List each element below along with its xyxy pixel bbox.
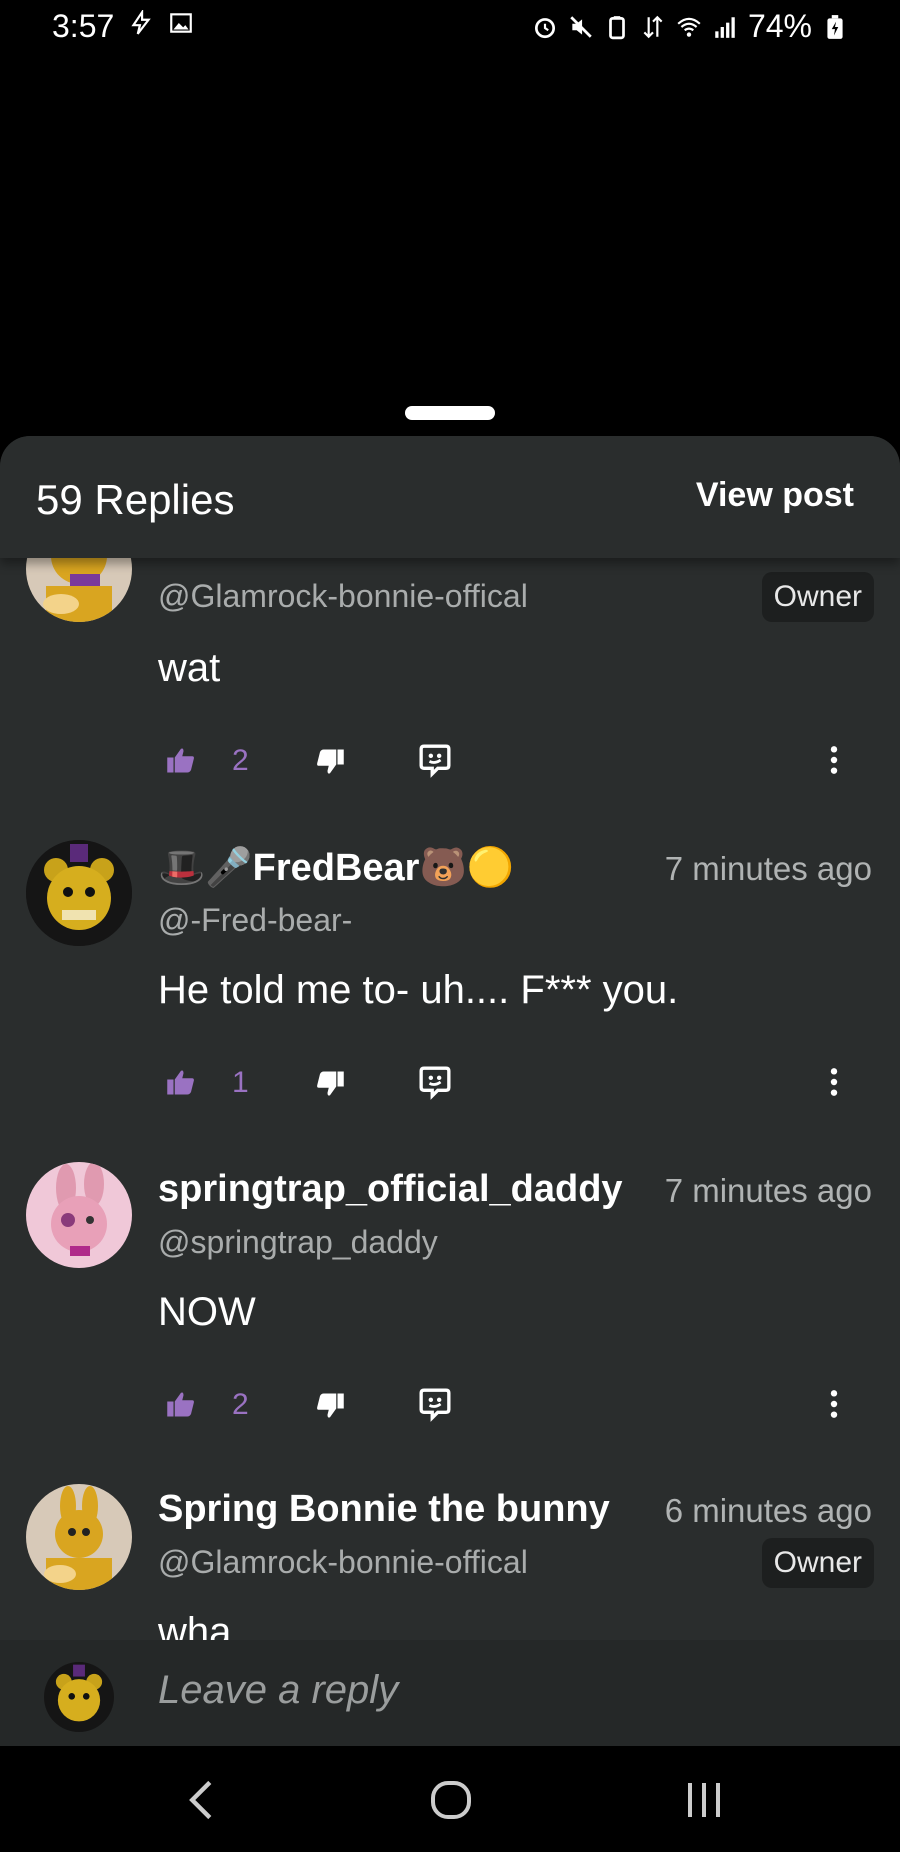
comment-actions: 2 [160, 1386, 860, 1430]
alarm-icon [534, 17, 555, 38]
status-bar: 3:57 74% [0, 0, 900, 60]
comment-author-handle[interactable]: @-Fred-bear- [158, 902, 352, 939]
flash-icon [131, 10, 151, 35]
wifi-icon [677, 17, 701, 37]
more-options-icon[interactable] [828, 1388, 840, 1420]
avatar[interactable] [26, 1484, 132, 1590]
owner-badge: Owner [761, 572, 874, 622]
comment-timestamp: 7 minutes ago [650, 1172, 872, 1210]
like-count: 2 [232, 1388, 249, 1421]
gallery-icon [170, 13, 192, 33]
comment-author-name[interactable]: Spring Bonnie the bunny [158, 1488, 633, 1531]
like-count: 1 [232, 1066, 249, 1099]
comment-actions: 2 [160, 742, 860, 786]
reply-icon[interactable] [418, 742, 452, 778]
comment-list[interactable]: @Glamrock-bonnie-offical Owner wat 2 🎩🎤F… [0, 436, 900, 1654]
reply-bar: Leave a reply [0, 1640, 900, 1746]
sheet-drag-handle[interactable] [405, 406, 495, 420]
avatar[interactable] [26, 840, 132, 946]
mute-icon [570, 15, 592, 38]
comment-text: He told me to- uh.... F*** you. [158, 968, 679, 1012]
battery-charging-icon [827, 14, 843, 39]
current-user-avatar [44, 1662, 114, 1732]
comment-author-name[interactable]: 🎩🎤FredBear🐻🟡 [158, 846, 578, 890]
reply-icon[interactable] [418, 1386, 452, 1422]
replies-sheet: 59 Replies View post @Glamrock-bonnie-of… [0, 436, 900, 1746]
more-options-icon[interactable] [828, 1066, 840, 1098]
comment-actions: 1 [160, 1064, 860, 1108]
sheet-header: 59 Replies View post [0, 436, 900, 558]
battery-saver-icon [609, 15, 625, 39]
replies-count-title: 59 Replies [36, 476, 235, 523]
status-time: 3:57 [52, 8, 115, 44]
thumbs-up-icon[interactable] [166, 1068, 196, 1096]
comment-timestamp: 7 minutes ago [650, 850, 872, 888]
more-options-icon[interactable] [828, 744, 840, 776]
thumbs-down-icon[interactable] [315, 1070, 345, 1098]
thumbs-up-icon[interactable] [166, 1390, 196, 1418]
reply-icon[interactable] [418, 1064, 452, 1100]
data-icon [643, 15, 663, 38]
comment-author-handle[interactable]: @springtrap_daddy [158, 1224, 438, 1261]
comment-author-handle[interactable]: @Glamrock-bonnie-offical [158, 578, 528, 615]
system-nav-bar [0, 1746, 900, 1852]
thumbs-up-icon[interactable] [166, 746, 196, 774]
thumbs-down-icon[interactable] [315, 748, 345, 776]
view-post-button[interactable]: View post [696, 476, 854, 515]
owner-badge: Owner [761, 1538, 874, 1588]
comment-text: NOW [158, 1290, 256, 1334]
reply-input[interactable]: Leave a reply [158, 1668, 398, 1713]
comment-author-handle[interactable]: @Glamrock-bonnie-offical [158, 1544, 528, 1581]
back-icon[interactable] [186, 1778, 216, 1822]
comment-timestamp: 6 minutes ago [650, 1492, 872, 1530]
home-icon[interactable] [430, 1778, 472, 1822]
battery-percent: 74% [747, 8, 812, 44]
recent-apps-icon[interactable] [684, 1778, 724, 1822]
comment-author-name[interactable]: springtrap_official_daddy [158, 1168, 633, 1211]
avatar[interactable] [26, 1162, 132, 1268]
comment-text: wat [158, 646, 221, 690]
like-count: 2 [232, 744, 249, 777]
thumbs-down-icon[interactable] [315, 1392, 345, 1420]
signal-icon [715, 16, 735, 38]
